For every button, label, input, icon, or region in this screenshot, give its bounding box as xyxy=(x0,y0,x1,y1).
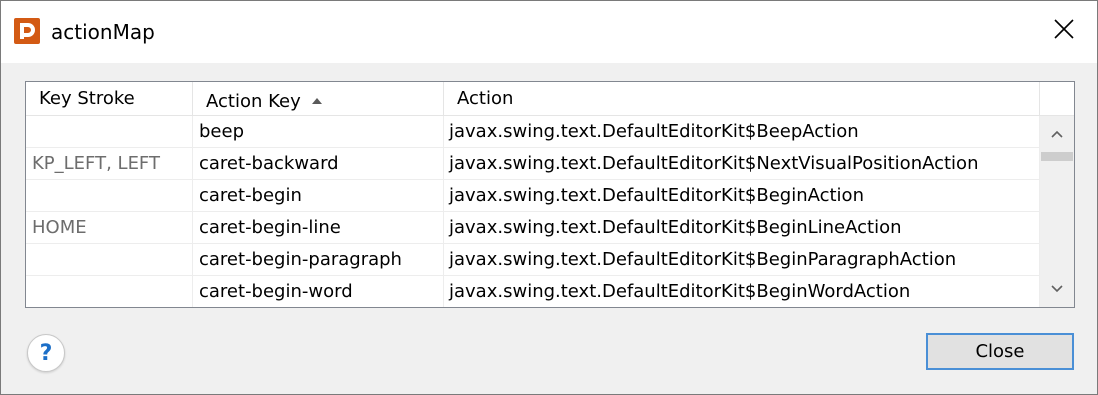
cell-key-stroke xyxy=(26,276,193,307)
cell-key-stroke xyxy=(26,244,193,276)
cell-action: javax.swing.text.DefaultEditorKit$BeginP… xyxy=(444,244,1040,276)
cell-action-key: caret-begin-line xyxy=(193,212,444,244)
close-button[interactable]: Close xyxy=(926,333,1074,370)
cell-action-key: caret-begin xyxy=(193,180,444,212)
table-row[interactable]: HOME caret-begin-line javax.swing.text.D… xyxy=(26,212,1040,244)
column-header-action[interactable]: Action xyxy=(444,82,1040,116)
vertical-scrollbar[interactable] xyxy=(1040,116,1074,307)
help-button[interactable]: ? xyxy=(27,334,65,372)
cell-action: javax.swing.text.DefaultEditorKit$BeepAc… xyxy=(444,116,1040,148)
column-header-label: Action Key xyxy=(206,91,301,112)
cell-key-stroke xyxy=(26,180,193,212)
cell-action: javax.swing.text.DefaultEditorKit$BeginL… xyxy=(444,212,1040,244)
cell-action-key: caret-begin-paragraph xyxy=(193,244,444,276)
scroll-thumb[interactable] xyxy=(1041,152,1073,161)
table-header: Key Stroke Action Key Action xyxy=(26,82,1040,116)
app-logo-icon xyxy=(14,18,40,44)
close-icon[interactable] xyxy=(1051,16,1077,42)
table-body: beep javax.swing.text.DefaultEditorKit$B… xyxy=(26,116,1040,307)
cell-action: javax.swing.text.DefaultEditorKit$BeginA… xyxy=(444,180,1040,212)
scroll-header-corner xyxy=(1040,82,1074,116)
table-row[interactable]: beep javax.swing.text.DefaultEditorKit$B… xyxy=(26,116,1040,148)
scroll-up-icon[interactable] xyxy=(1040,122,1074,146)
cell-action: javax.swing.text.DefaultEditorKit$NextVi… xyxy=(444,148,1040,180)
title-bar: actionMap xyxy=(1,1,1097,63)
help-icon: ? xyxy=(39,340,53,366)
column-header-label: Action xyxy=(457,88,514,109)
column-header-action-key[interactable]: Action Key xyxy=(193,82,444,116)
cell-action-key: caret-begin-word xyxy=(193,276,444,307)
cell-key-stroke: KP_LEFT, LEFT xyxy=(26,148,193,180)
table-row[interactable]: caret-begin-word javax.swing.text.Defaul… xyxy=(26,276,1040,307)
cell-action: javax.swing.text.DefaultEditorKit$BeginW… xyxy=(444,276,1040,307)
cell-action-key: beep xyxy=(193,116,444,148)
dialog-window: actionMap Key Stroke Action Key Action b… xyxy=(0,0,1098,395)
column-header-key-stroke[interactable]: Key Stroke xyxy=(26,82,193,116)
column-header-label: Key Stroke xyxy=(39,88,135,109)
window-title: actionMap xyxy=(51,20,155,44)
scroll-down-icon[interactable] xyxy=(1040,277,1074,301)
table-row[interactable]: caret-begin javax.swing.text.DefaultEdit… xyxy=(26,180,1040,212)
table-row[interactable]: KP_LEFT, LEFT caret-backward javax.swing… xyxy=(26,148,1040,180)
cell-key-stroke: HOME xyxy=(26,212,193,244)
sort-ascending-icon xyxy=(312,82,323,116)
cell-action-key: caret-backward xyxy=(193,148,444,180)
cell-key-stroke xyxy=(26,116,193,148)
table-row[interactable]: caret-begin-paragraph javax.swing.text.D… xyxy=(26,244,1040,276)
action-map-table: Key Stroke Action Key Action beep javax.… xyxy=(25,81,1075,308)
